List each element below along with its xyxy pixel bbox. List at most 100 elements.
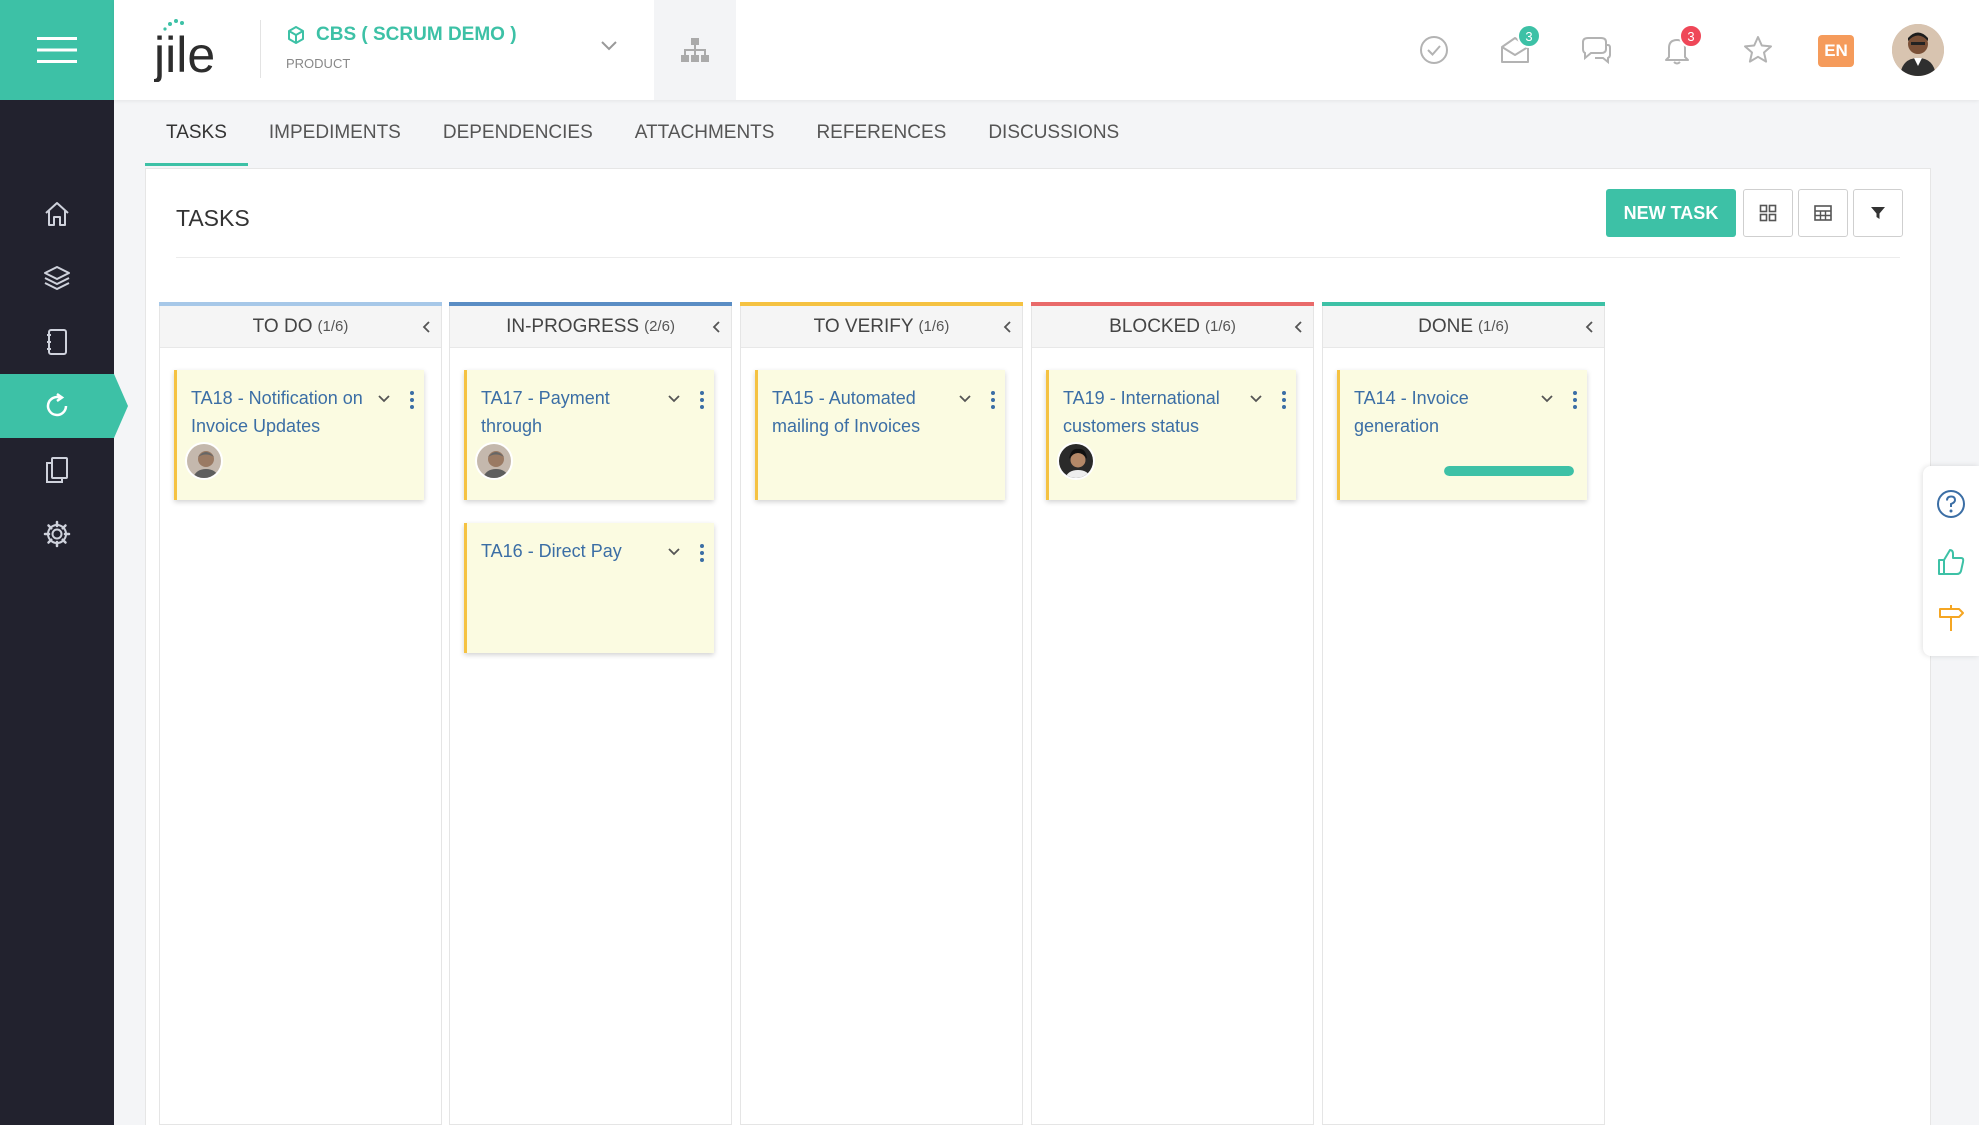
more-vertical-icon[interactable]	[405, 388, 419, 412]
question-circle-icon	[1937, 490, 1965, 518]
column-title: BLOCKED	[1109, 315, 1200, 337]
chat-button[interactable]	[1578, 32, 1614, 68]
task-progress-bar	[1444, 466, 1574, 476]
more-vertical-icon[interactable]	[1568, 388, 1582, 412]
sidebar	[0, 0, 128, 1125]
hamburger-icon	[37, 37, 77, 63]
column-title: DONE	[1418, 315, 1474, 337]
layers-icon	[44, 266, 70, 290]
gear-icon	[43, 520, 71, 548]
table-view-button[interactable]	[1798, 189, 1848, 237]
hierarchy-icon	[681, 38, 709, 62]
chevron-down-icon[interactable]	[667, 547, 681, 557]
notification-badge: 3	[1679, 24, 1703, 48]
assignee-avatar[interactable]	[1057, 442, 1095, 480]
task-card-title[interactable]: TA16 - Direct Pay	[481, 537, 663, 565]
task-card-title[interactable]: TA14 - Invoice generation	[1354, 384, 1536, 440]
hierarchy-button[interactable]	[654, 0, 736, 100]
collapse-left-icon[interactable]	[1002, 320, 1012, 334]
sidebar-item-layers[interactable]	[0, 246, 114, 310]
more-vertical-icon[interactable]	[1277, 388, 1291, 412]
task-card[interactable]: TA15 - Automated mailing of Invoices	[755, 370, 1005, 500]
tab-dependencies[interactable]: DEPENDENCIES	[422, 100, 614, 166]
task-progress-fill	[1444, 466, 1574, 476]
tab-tasks[interactable]: TASKS	[145, 100, 248, 166]
tab-references[interactable]: REFERENCES	[795, 100, 967, 166]
sidebar-item-settings[interactable]	[0, 502, 114, 566]
chevron-down-icon[interactable]	[1249, 394, 1263, 404]
chevron-down-icon[interactable]	[377, 394, 391, 404]
task-card[interactable]: TA17 - Payment through	[464, 370, 714, 500]
tab-impediments[interactable]: IMPEDIMENTS	[248, 100, 422, 166]
column-in-progress: IN-PROGRESS (2/6) TA17 - Payment through…	[449, 302, 732, 1125]
column-blocked: BLOCKED (1/6) TA19 - International custo…	[1031, 302, 1314, 1125]
language-selector[interactable]: EN	[1818, 35, 1854, 67]
collapse-left-icon[interactable]	[421, 320, 431, 334]
column-count: (1/6)	[1478, 318, 1509, 335]
tab-attachments[interactable]: ATTACHMENTS	[614, 100, 796, 166]
thumbs-up-icon	[1938, 549, 1965, 575]
user-photo-icon	[187, 444, 221, 478]
column-todo: TO DO (1/6) TA18 - Notification on Invoi…	[159, 302, 442, 1125]
more-vertical-icon[interactable]	[695, 388, 709, 412]
top-header: jile CBS ( SCRUM DEMO ) PRODUCT 3 3 EN	[114, 0, 1979, 100]
project-name: CBS ( SCRUM DEMO )	[316, 24, 517, 45]
notifications-button[interactable]: 3	[1659, 24, 1703, 68]
refresh-icon	[46, 392, 68, 417]
column-count: (1/6)	[918, 318, 950, 335]
hamburger-menu-button[interactable]	[0, 0, 114, 100]
chevron-down-icon[interactable]	[958, 394, 972, 404]
logo-divider	[260, 20, 261, 78]
column-count: (1/6)	[1204, 318, 1236, 335]
panel-title: TASKS	[176, 205, 250, 231]
more-vertical-icon[interactable]	[695, 541, 709, 565]
more-vertical-icon[interactable]	[986, 388, 1000, 412]
project-selector[interactable]: CBS ( SCRUM DEMO ) PRODUCT	[286, 22, 626, 78]
task-card-title[interactable]: TA18 - Notification on Invoice Updates	[191, 384, 373, 440]
chat-bubbles-icon	[1582, 37, 1611, 65]
new-task-button[interactable]: NEW TASK	[1606, 189, 1736, 237]
jile-logo[interactable]: jile	[152, 18, 234, 83]
column-count: (1/6)	[317, 318, 349, 335]
collapse-left-icon[interactable]	[711, 320, 721, 334]
guide-button[interactable]	[1933, 600, 1969, 636]
task-card-title[interactable]: TA19 - International customers status	[1063, 384, 1245, 440]
chevron-down-icon[interactable]	[1540, 394, 1554, 404]
user-photo-icon	[1059, 444, 1093, 478]
task-card-title[interactable]: TA15 - Automated mailing of Invoices	[772, 384, 954, 440]
task-card-title[interactable]: TA17 - Payment through	[481, 384, 663, 440]
collapse-left-icon[interactable]	[1584, 320, 1594, 334]
chevron-down-icon[interactable]	[667, 394, 681, 404]
user-avatar[interactable]	[1892, 24, 1944, 76]
sidebar-item-documents[interactable]	[0, 438, 114, 502]
grid-view-icon	[1759, 204, 1777, 222]
task-card[interactable]: TA18 - Notification on Invoice Updates	[174, 370, 424, 500]
sidebar-item-iterations[interactable]	[0, 374, 128, 438]
assignee-avatar[interactable]	[185, 442, 223, 480]
assignee-avatar[interactable]	[475, 442, 513, 480]
table-icon	[1814, 205, 1832, 221]
task-card[interactable]: TA16 - Direct Pay	[464, 523, 714, 653]
tab-discussions[interactable]: DISCUSSIONS	[967, 100, 1140, 166]
column-header: IN-PROGRESS (2/6)	[450, 306, 731, 348]
collapse-left-icon[interactable]	[1293, 320, 1303, 334]
help-button[interactable]	[1933, 486, 1969, 522]
documents-icon	[46, 457, 68, 483]
project-dropdown-chevron-icon[interactable]	[600, 40, 618, 52]
task-card[interactable]: TA14 - Invoice generation	[1337, 370, 1587, 500]
home-icon	[45, 202, 69, 226]
sidebar-item-notebook[interactable]	[0, 310, 114, 374]
panel-divider	[176, 257, 1900, 258]
mail-button[interactable]: 3	[1497, 24, 1541, 68]
filter-button[interactable]	[1853, 189, 1903, 237]
sidebar-item-home[interactable]	[0, 182, 114, 246]
board-view-button[interactable]	[1743, 189, 1793, 237]
favorites-button[interactable]	[1740, 32, 1776, 68]
user-photo-icon	[1892, 24, 1944, 76]
tasks-check-button[interactable]	[1416, 32, 1452, 68]
column-header: DONE (1/6)	[1323, 306, 1604, 348]
feedback-button[interactable]	[1933, 544, 1969, 580]
task-card[interactable]: TA19 - International customers status	[1046, 370, 1296, 500]
star-icon	[1744, 36, 1772, 63]
filter-icon	[1871, 207, 1885, 219]
